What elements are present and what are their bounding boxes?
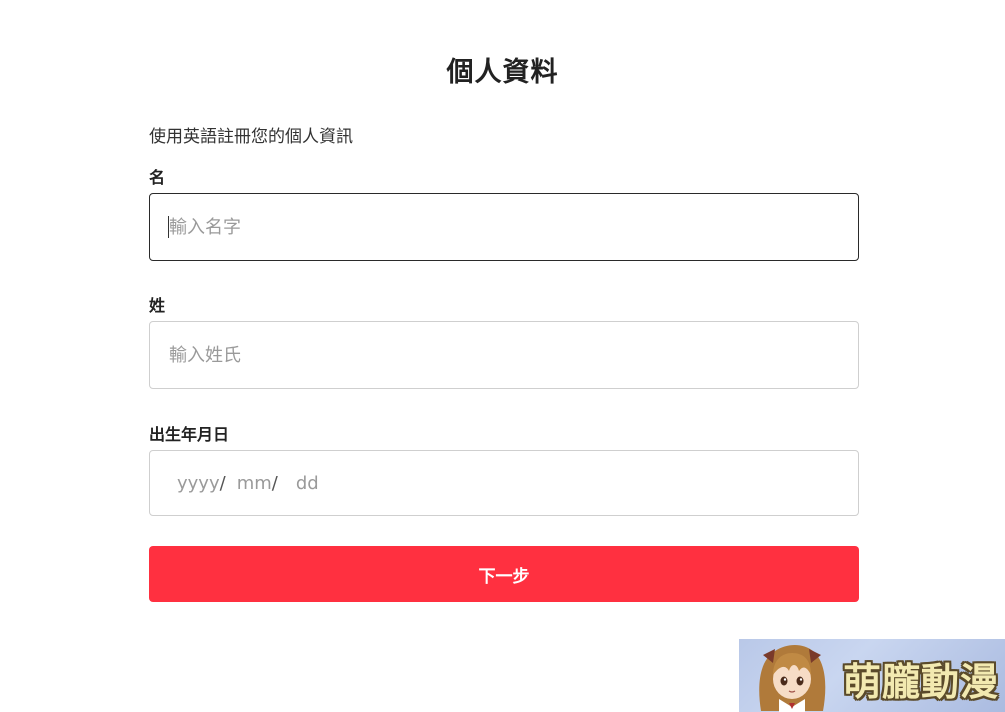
- watermark-text: 萌朧動漫: [843, 660, 1000, 704]
- date-separator: /: [219, 472, 226, 494]
- page-title: 個人資料: [446, 57, 559, 88]
- birthday-day[interactable]: dd: [296, 473, 319, 494]
- last-name-field[interactable]: [149, 321, 859, 389]
- last-name-label: 姓: [149, 296, 166, 315]
- birthday-year[interactable]: yyyy: [177, 473, 220, 494]
- birthday-label: 出生年月日: [149, 425, 230, 444]
- birthday-field[interactable]: yyyy / mm / dd: [149, 450, 859, 516]
- first-name-input[interactable]: [169, 216, 858, 238]
- profile-page: 個人資料 使用英語註冊您的個人資訊 名 姓 出生年月日 yyyy / mm / …: [0, 0, 1005, 712]
- page-subtitle: 使用英語註冊您的個人資訊: [149, 127, 353, 147]
- text-caret: [168, 216, 169, 238]
- date-separator: /: [271, 472, 278, 494]
- anime-girl-icon: [759, 645, 826, 712]
- next-button[interactable]: 下一步: [149, 546, 859, 602]
- first-name-field[interactable]: [149, 193, 859, 261]
- last-name-input[interactable]: [169, 344, 858, 366]
- first-name-label: 名: [149, 168, 166, 187]
- birthday-month[interactable]: mm: [237, 473, 272, 494]
- watermark-logo: 萌朧動漫: [739, 639, 1005, 712]
